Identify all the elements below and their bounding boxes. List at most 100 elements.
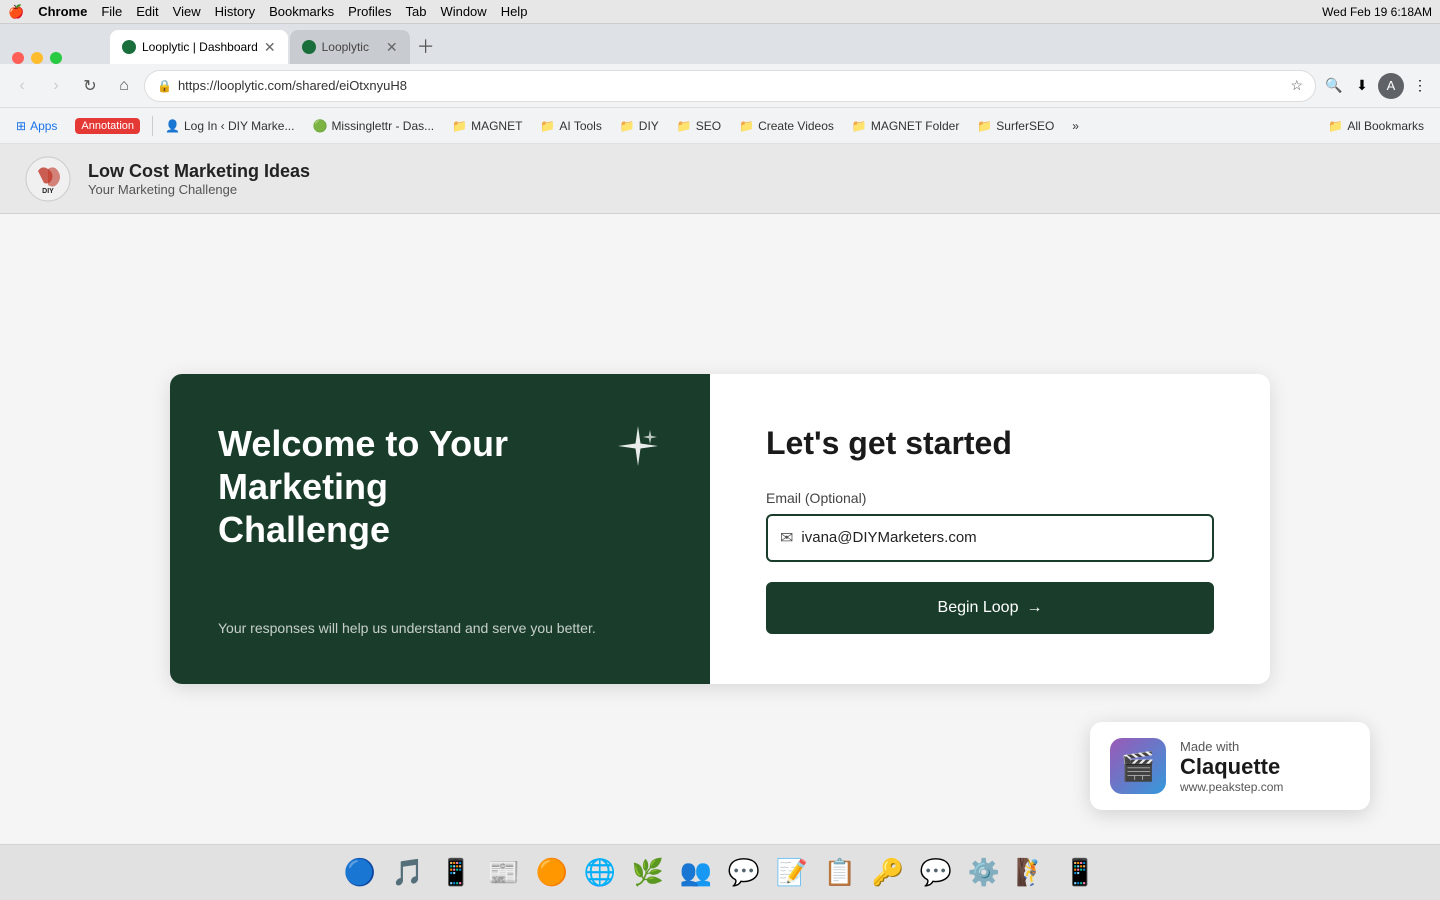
window-traffic-lights[interactable] — [8, 52, 66, 64]
toolbar-icons: 🔍 ⬇ A ⋮ — [1322, 73, 1432, 99]
folder-icon-2: 🟢 — [312, 119, 327, 133]
folder-icon-3: 📁 — [452, 119, 467, 133]
dock-chrome[interactable]: 🌿 — [627, 852, 669, 894]
dock-reminders[interactable]: 📋 — [819, 852, 861, 894]
right-panel-heading: Let's get started — [766, 425, 1214, 462]
extension-icon-1[interactable]: 🔍 — [1322, 74, 1346, 98]
tab-favicon-1 — [122, 40, 136, 54]
tab-close-1[interactable]: ✕ — [264, 39, 276, 56]
site-header: DIY Low Cost Marketing Ideas Your Market… — [0, 144, 1440, 214]
claquette-url: www.peakstep.com — [1180, 780, 1283, 794]
email-input[interactable] — [801, 529, 1200, 546]
claquette-name: Claquette — [1180, 754, 1283, 780]
bookmark-item-1[interactable]: 👤 Log In ‹ DIY Marke... — [157, 115, 302, 137]
folder-icon-4: 📁 — [540, 119, 555, 133]
tab-bar: Looplytic | Dashboard ✕ Looplytic ✕ ＋ — [0, 24, 1440, 64]
menubar-edit[interactable]: Edit — [136, 4, 158, 19]
dock-news[interactable]: 📰 — [483, 852, 525, 894]
bookmark-item-2[interactable]: 🟢 Missinglettr - Das... — [304, 115, 442, 137]
sparkle-icon — [614, 422, 662, 480]
folder-icon-5: 📁 — [620, 119, 635, 133]
menubar-view[interactable]: View — [173, 4, 201, 19]
dock-contacts[interactable]: 👥 — [675, 852, 717, 894]
menubar-help[interactable]: Help — [501, 4, 528, 19]
tab-favicon-2 — [302, 40, 316, 54]
reload-button[interactable]: ↻ — [76, 72, 104, 100]
apple-menu[interactable]: 🍎 — [8, 4, 24, 20]
dock-climbing[interactable]: 🧗 — [1011, 852, 1053, 894]
email-input-wrapper[interactable]: ✉ — [766, 514, 1214, 562]
all-bookmarks[interactable]: 📁 All Bookmarks — [1320, 115, 1432, 137]
menubar-tab[interactable]: Tab — [405, 4, 426, 19]
extension-icon-2[interactable]: ⬇ — [1350, 74, 1374, 98]
dock: 🔵 🎵 📱 📰 🟠 🌐 🌿 👥 💬 📝 📋 🔑 💬 ⚙️ 🧗 📱 — [0, 844, 1440, 900]
menubar-bookmarks[interactable]: Bookmarks — [269, 4, 334, 19]
dock-finder[interactable]: 🔵 — [339, 852, 381, 894]
bookmarks-more[interactable]: » — [1064, 115, 1087, 137]
annotation-badge: Annotation — [75, 118, 140, 134]
folder-icon-9: 📁 — [977, 119, 992, 133]
dock-safari[interactable]: 🌐 — [579, 852, 621, 894]
menubar-profiles[interactable]: Profiles — [348, 4, 391, 19]
email-label: Email (Optional) — [766, 490, 1214, 506]
bookmarks-bar: ⊞ Apps Annotation 👤 Log In ‹ DIY Marke..… — [0, 108, 1440, 144]
bookmark-item-5[interactable]: 📁 DIY — [612, 115, 667, 137]
site-title: Low Cost Marketing Ideas — [88, 161, 310, 182]
tab-close-2[interactable]: ✕ — [386, 39, 398, 56]
folder-icon-7: 📁 — [739, 119, 754, 133]
menubar-window[interactable]: Window — [440, 4, 486, 19]
folder-icon-1: 👤 — [165, 119, 180, 133]
bookmark-item-6[interactable]: 📁 SEO — [669, 115, 729, 137]
bookmark-item-9[interactable]: 📁 SurferSEO — [969, 115, 1062, 137]
bookmark-item-8[interactable]: 📁 MAGNET Folder — [844, 115, 967, 137]
claquette-logo: 🎬 — [1110, 738, 1166, 794]
profile-icon[interactable]: A — [1378, 73, 1404, 99]
menubar-history[interactable]: History — [215, 4, 255, 19]
dock-facetime[interactable]: 💬 — [915, 852, 957, 894]
tab-looplytic[interactable]: Looplytic ✕ — [290, 30, 410, 64]
diy-marketers-logo: DIY — [24, 155, 72, 203]
minimize-button[interactable] — [31, 52, 43, 64]
bookmark-apps[interactable]: ⊞ Apps — [8, 115, 65, 137]
maximize-button[interactable] — [50, 52, 62, 64]
dock-podcasts[interactable]: 🎵 — [387, 852, 429, 894]
dock-iphone[interactable]: 📱 — [1059, 852, 1101, 894]
bookmark-item-7[interactable]: 📁 Create Videos — [731, 115, 842, 137]
bookmark-star-icon[interactable]: ☆ — [1290, 77, 1303, 94]
tab-looplytic-dashboard[interactable]: Looplytic | Dashboard ✕ — [110, 30, 288, 64]
email-icon: ✉ — [780, 528, 793, 548]
claquette-popup: 🎬 Made with Claquette www.peakstep.com — [1090, 722, 1370, 810]
begin-loop-button[interactable]: Begin Loop → — [766, 582, 1214, 634]
begin-loop-arrow: → — [1026, 599, 1042, 617]
bookmarks-folder-icon: 📁 — [1328, 119, 1343, 133]
back-button[interactable]: ‹ — [8, 72, 36, 100]
dock-systemprefs[interactable]: ⚙️ — [963, 852, 1005, 894]
dock-notes[interactable]: 📝 — [771, 852, 813, 894]
left-panel: Welcome to Your Marketing Challenge Your… — [170, 374, 710, 684]
dock-appstore[interactable]: 📱 — [435, 852, 477, 894]
bookmark-item-3[interactable]: 📁 MAGNET — [444, 115, 530, 137]
claquette-text: Made with Claquette www.peakstep.com — [1180, 739, 1283, 794]
menubar-chrome[interactable]: Chrome — [38, 4, 87, 19]
apps-grid-icon: ⊞ — [16, 119, 26, 133]
close-button[interactable] — [12, 52, 24, 64]
new-tab-button[interactable]: ＋ — [412, 32, 440, 60]
chrome-toolbar: ‹ › ↻ ⌂ 🔒 https://looplytic.com/shared/e… — [0, 64, 1440, 108]
folder-icon-6: 📁 — [677, 119, 692, 133]
home-button[interactable]: ⌂ — [110, 72, 138, 100]
menubar-file[interactable]: File — [101, 4, 122, 19]
menu-icon[interactable]: ⋮ — [1408, 74, 1432, 98]
claquette-made-with: Made with — [1180, 739, 1283, 754]
site-header-text: Low Cost Marketing Ideas Your Marketing … — [88, 161, 310, 197]
folder-icon-8: 📁 — [852, 119, 867, 133]
dock-keychain[interactable]: 🔑 — [867, 852, 909, 894]
apps-label: Apps — [30, 119, 57, 133]
dock-messages[interactable]: 💬 — [723, 852, 765, 894]
forward-button[interactable]: › — [42, 72, 70, 100]
site-subtitle: Your Marketing Challenge — [88, 182, 310, 197]
bookmark-annotation[interactable]: Annotation — [67, 114, 148, 138]
dock-bear[interactable]: 🟠 — [531, 852, 573, 894]
bookmark-item-4[interactable]: 📁 AI Tools — [532, 115, 609, 137]
menubar-time: Wed Feb 19 6:18AM — [1322, 5, 1432, 19]
address-bar[interactable]: 🔒 https://looplytic.com/shared/eiOtxnyuH… — [144, 70, 1316, 102]
